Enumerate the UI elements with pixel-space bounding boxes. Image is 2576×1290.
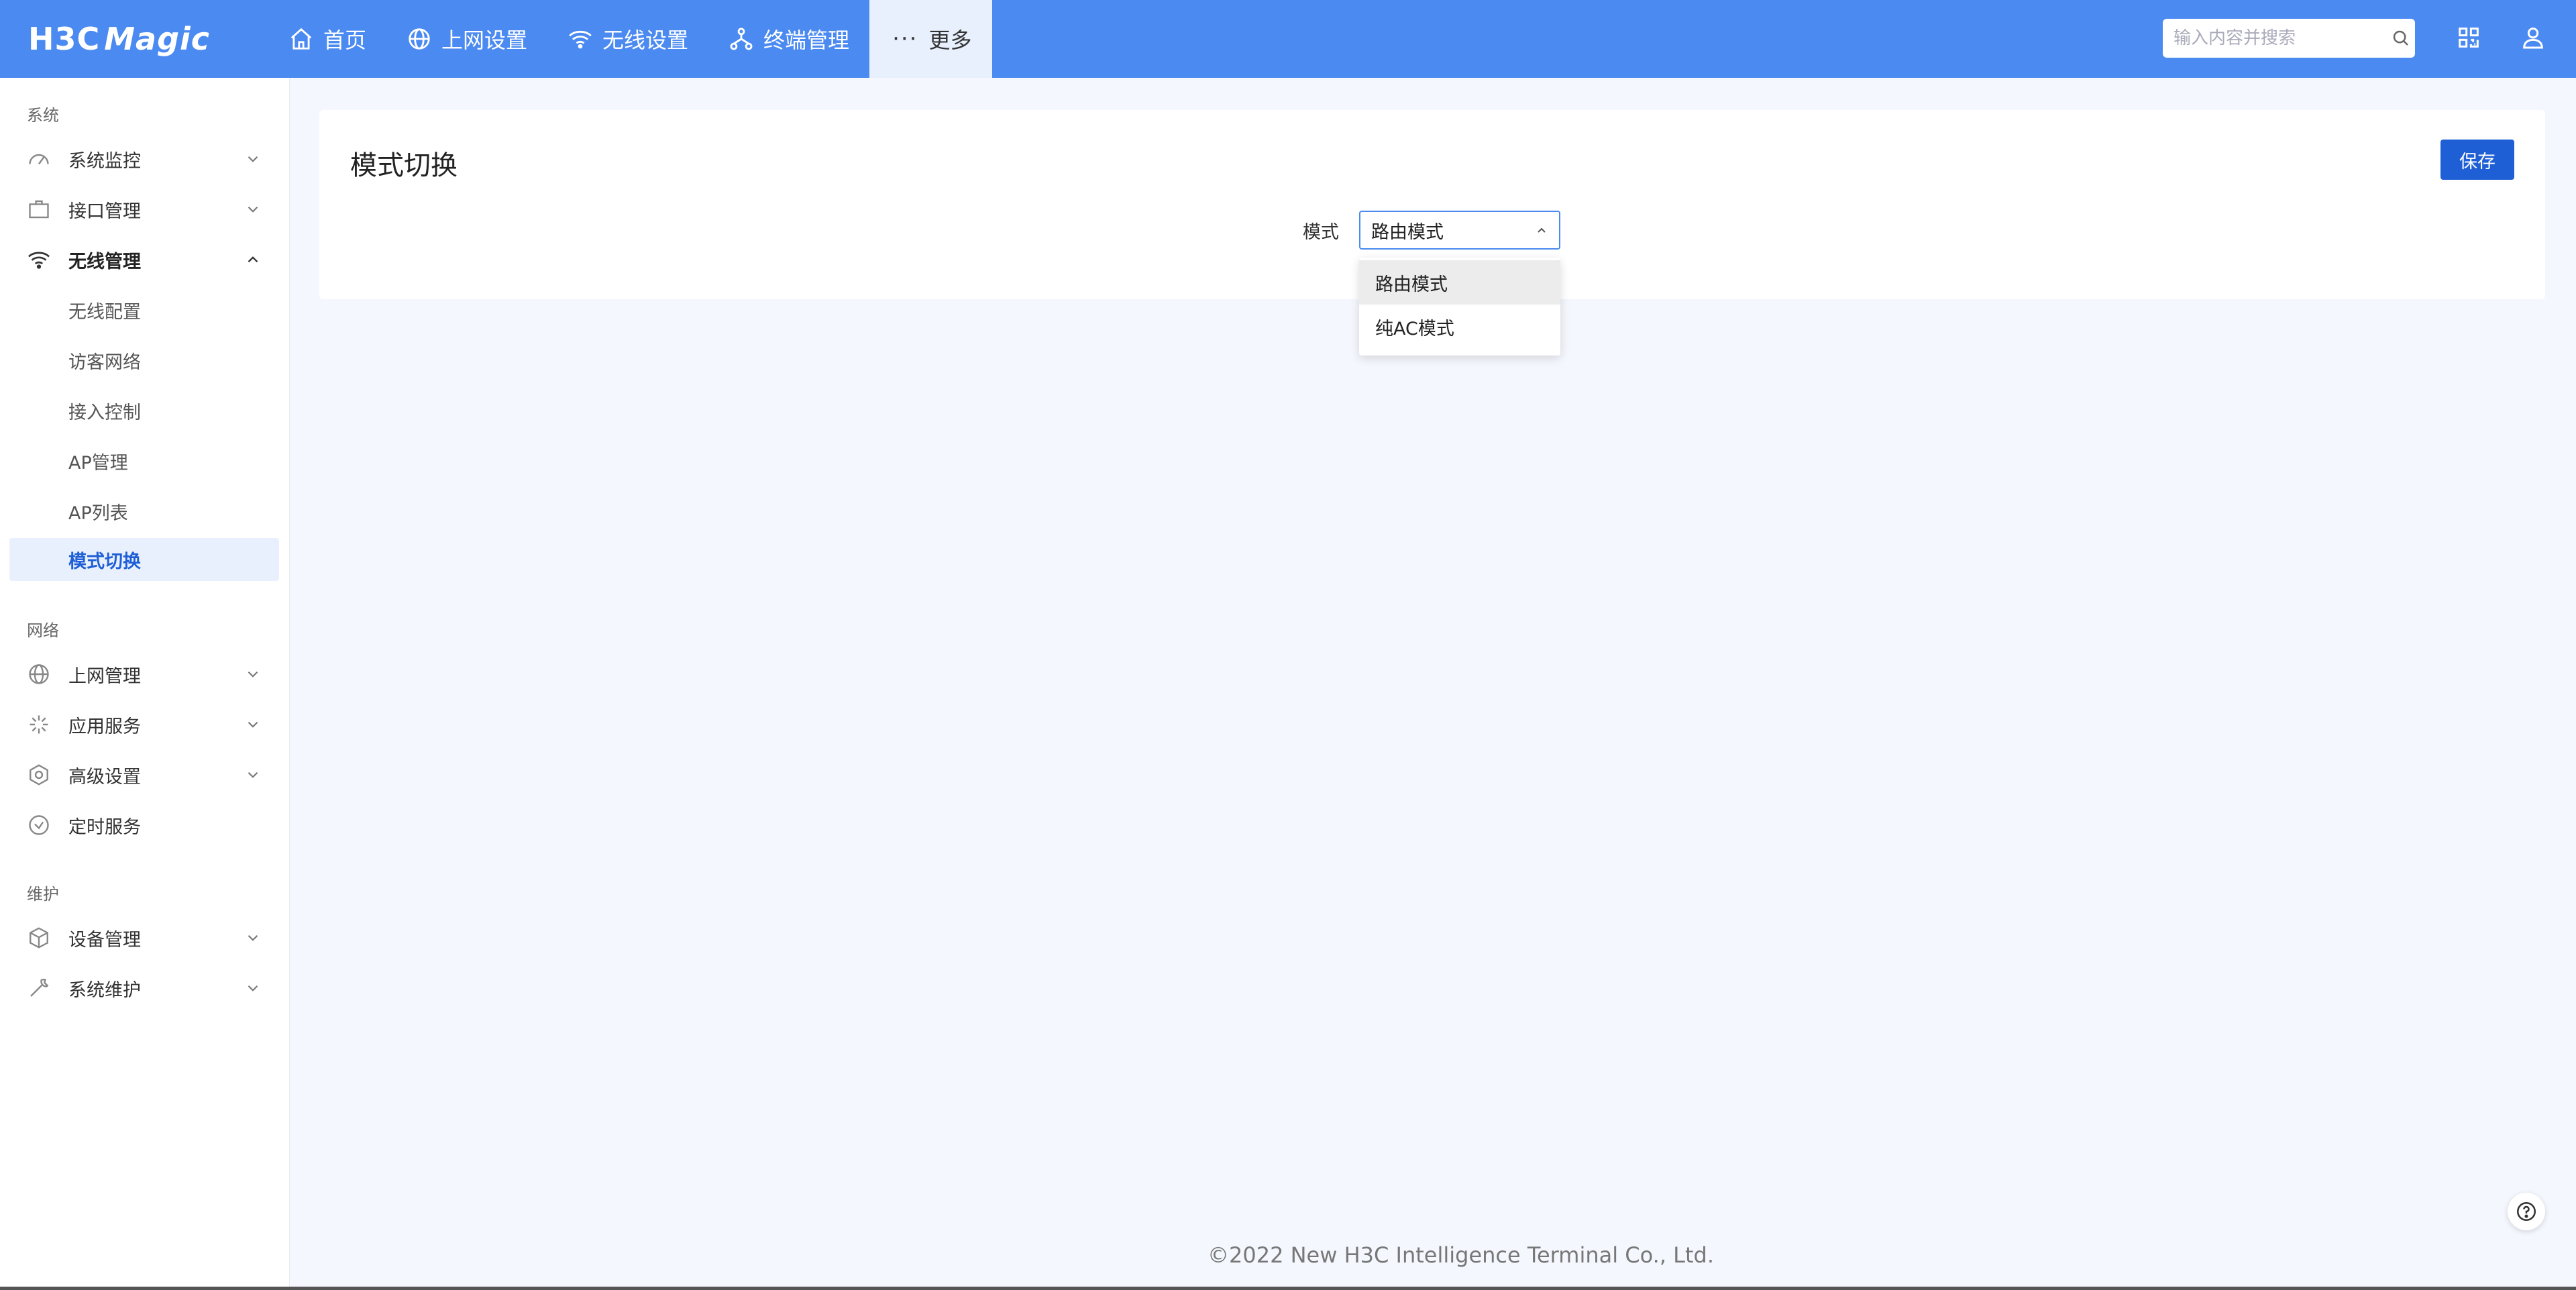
sidebar-item-interface-management[interactable]: 接口管理 bbox=[9, 188, 279, 231]
qr-code-icon[interactable] bbox=[2455, 24, 2482, 51]
more-icon: ··· bbox=[892, 25, 918, 52]
section-label-system: 系统 bbox=[27, 106, 59, 125]
user-icon[interactable] bbox=[2520, 24, 2546, 51]
help-icon bbox=[2515, 1200, 2538, 1223]
nav-label: 上网设置 bbox=[441, 28, 528, 53]
footer-copyright: ©2022 New H3C Intelligence Terminal Co.,… bbox=[1208, 1242, 1715, 1268]
section-label-maintenance: 维护 bbox=[27, 885, 59, 904]
nav-item-more[interactable]: ··· 更多 bbox=[869, 0, 992, 78]
section-label-network: 网络 bbox=[27, 621, 59, 640]
mode-option-router[interactable]: 路由模式 bbox=[1359, 260, 1560, 305]
burst-icon bbox=[27, 712, 51, 737]
sidebar-item-system-maintenance[interactable]: 系统维护 bbox=[9, 967, 279, 1010]
top-nav: 首页 上网设置 无线设置 终端管理 ··· 更多 bbox=[268, 0, 992, 78]
sidebar-subitem-ap-list[interactable]: AP列表 bbox=[9, 490, 279, 533]
page-title: 模式切换 bbox=[350, 150, 458, 181]
chevron-down-icon bbox=[244, 716, 262, 733]
chevron-down-icon bbox=[244, 766, 262, 784]
sidebar-item-label: 上网管理 bbox=[68, 665, 141, 687]
mode-option-pure-ac[interactable]: 纯AC模式 bbox=[1359, 305, 1560, 349]
nav-item-wireless-settings[interactable]: 无线设置 bbox=[547, 0, 708, 78]
sidebar-item-advanced-settings[interactable]: 高级设置 bbox=[9, 753, 279, 796]
nav-item-home[interactable]: 首页 bbox=[268, 0, 386, 78]
nav-label: 更多 bbox=[928, 28, 972, 53]
chevron-up-icon bbox=[244, 251, 262, 268]
sidebar-item-label: 无线管理 bbox=[68, 251, 141, 272]
gauge-icon bbox=[27, 147, 51, 171]
sidebar-subitem-access-control[interactable]: 接入控制 bbox=[9, 389, 279, 432]
search-input[interactable] bbox=[2174, 28, 2391, 48]
nav-item-internet-settings[interactable]: 上网设置 bbox=[386, 0, 547, 78]
mode-field-label: 模式 bbox=[1303, 222, 1339, 243]
wrench-icon bbox=[27, 976, 51, 1000]
logo-text: H3C bbox=[28, 21, 101, 57]
nav-label: 无线设置 bbox=[602, 28, 689, 53]
sidebar-item-app-services[interactable]: 应用服务 bbox=[9, 703, 279, 746]
sidebar-item-system-monitor[interactable]: 系统监控 bbox=[9, 138, 279, 180]
hexagon-gear-icon bbox=[27, 763, 51, 787]
globe-icon bbox=[27, 662, 51, 686]
sidebar-subitem-guest-network[interactable]: 访客网络 bbox=[9, 339, 279, 382]
wifi-icon bbox=[568, 26, 593, 52]
sidebar-item-label: 设备管理 bbox=[68, 929, 141, 951]
save-button[interactable]: 保存 bbox=[2440, 140, 2514, 180]
sidebar-item-label: 接口管理 bbox=[68, 201, 141, 222]
chevron-down-icon bbox=[244, 929, 262, 947]
home-icon bbox=[288, 26, 314, 52]
wifi-icon bbox=[27, 248, 51, 272]
help-button[interactable] bbox=[2508, 1193, 2545, 1230]
nav-item-terminal-management[interactable]: 终端管理 bbox=[708, 0, 869, 78]
cube-icon bbox=[27, 926, 51, 950]
sidebar-item-label: 定时服务 bbox=[68, 816, 141, 838]
chevron-down-icon bbox=[244, 201, 262, 218]
sidebar-item-wireless-management[interactable]: 无线管理 bbox=[9, 238, 279, 281]
mode-select[interactable]: 路由模式 bbox=[1359, 211, 1560, 250]
sidebar-item-label: 系统监控 bbox=[68, 150, 141, 172]
chevron-up-icon bbox=[1534, 223, 1550, 239]
sidebar-item-label: 应用服务 bbox=[68, 716, 141, 737]
sidebar-item-label: 高级设置 bbox=[68, 766, 141, 788]
logo-magic-text: Magic bbox=[104, 21, 211, 57]
nav-label: 终端管理 bbox=[763, 28, 850, 53]
clock-icon bbox=[27, 813, 51, 837]
nav-label: 首页 bbox=[323, 28, 367, 53]
logo[interactable]: H3C Magic bbox=[0, 0, 209, 78]
sidebar-item-label: 系统维护 bbox=[68, 979, 141, 1001]
sidebar-item-device-management[interactable]: 设备管理 bbox=[9, 916, 279, 959]
sidebar-subitem-ap-management[interactable]: AP管理 bbox=[9, 439, 279, 482]
sidebar-item-internet-management[interactable]: 上网管理 bbox=[9, 653, 279, 696]
sidebar-subitem-mode-switch[interactable]: 模式切换 bbox=[9, 538, 279, 581]
mode-dropdown: 路由模式 纯AC模式 bbox=[1359, 258, 1560, 356]
chevron-down-icon bbox=[244, 150, 262, 168]
chevron-down-icon bbox=[244, 979, 262, 997]
chevron-down-icon bbox=[244, 665, 262, 683]
bottom-edge bbox=[0, 1287, 2576, 1290]
sidebar-item-scheduled-service[interactable]: 定时服务 bbox=[9, 804, 279, 847]
top-bar: H3C Magic 首页 上网设置 无线设置 终端管理 ··· 更多 输入内容并… bbox=[0, 0, 2576, 78]
sidebar-subitem-wireless-config[interactable]: 无线配置 bbox=[9, 288, 279, 331]
briefcase-icon bbox=[27, 197, 51, 221]
search-icon[interactable] bbox=[2391, 28, 2411, 48]
network-icon bbox=[729, 26, 754, 52]
sidebar: 系统 系统监控 接口管理 无线管理 无线配置 访客网络 接入控制 AP管理 AP… bbox=[0, 78, 290, 1290]
search-box bbox=[2163, 19, 2415, 58]
globe-icon bbox=[407, 26, 432, 52]
mode-select-value: 路由模式 bbox=[1371, 221, 1444, 243]
